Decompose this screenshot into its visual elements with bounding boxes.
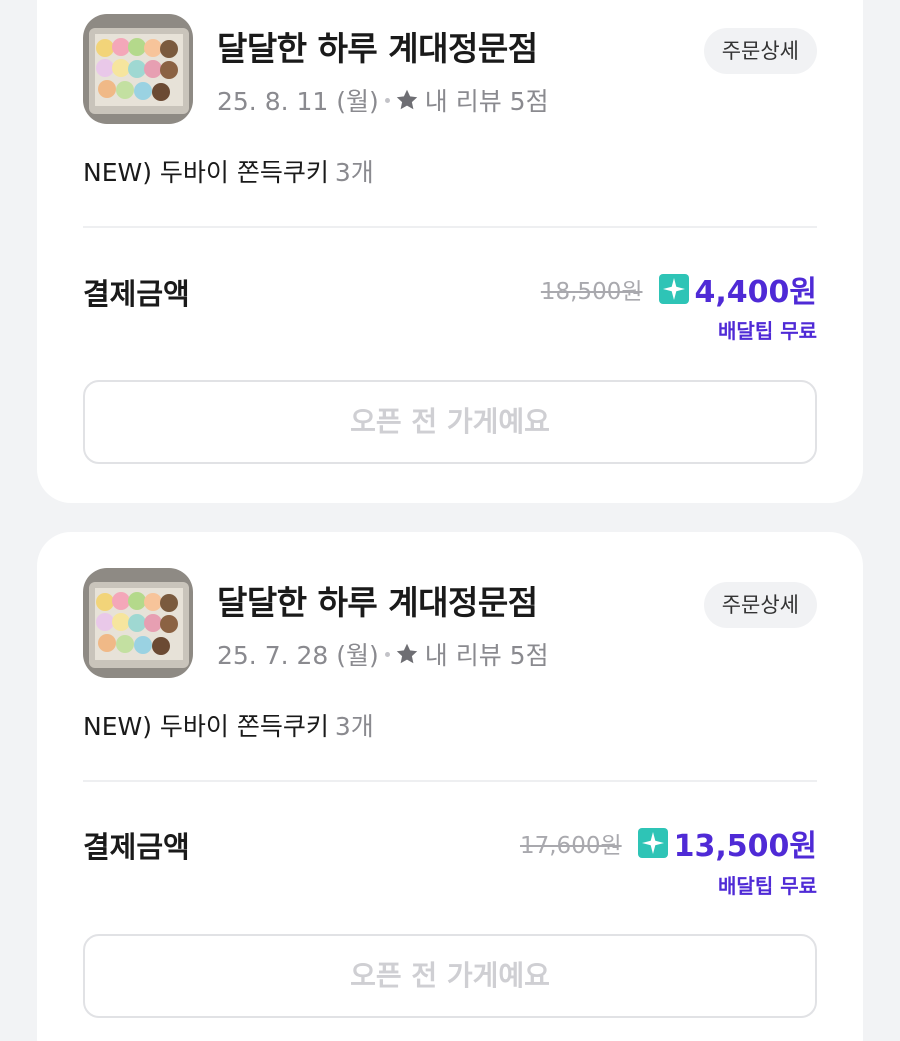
store-closed-button[interactable]: 오픈 전 가게예요	[83, 934, 817, 1018]
store-name[interactable]: 달달한 하루 계대정문점	[217, 22, 538, 70]
order-history-screen: 달달한 하루 계대정문점 25. 8. 11 (월) 내 리뷰 5점 주문상세 …	[0, 0, 900, 1041]
delivery-tip-label: 배달팁 무료	[718, 874, 817, 898]
price-row: 18,500원 4,400원	[541, 267, 817, 311]
order-date: 25. 8. 11 (월)	[217, 87, 379, 116]
divider	[83, 780, 817, 782]
star-icon	[395, 642, 419, 666]
menu-item-name: NEW) 두바이 쫀득쿠키	[83, 712, 329, 741]
original-price: 17,600원	[519, 833, 622, 859]
store-closed-button[interactable]: 오픈 전 가게예요	[83, 380, 817, 464]
menu-quantity: 3개	[334, 158, 374, 187]
order-date: 25. 7. 28 (월)	[217, 641, 379, 670]
sparkle-badge-icon	[658, 274, 689, 304]
separator-dot	[384, 97, 390, 103]
menu-item-name: NEW) 두바이 쫀득쿠키	[83, 158, 329, 187]
payment-label: 결제금액	[83, 277, 190, 311]
order-meta: 25. 8. 11 (월) 내 리뷰 5점	[217, 82, 549, 118]
separator-dot	[384, 651, 390, 657]
menu-quantity: 3개	[334, 712, 374, 741]
store-thumbnail[interactable]	[83, 568, 193, 678]
delivery-tip-label: 배달팁 무료	[718, 319, 817, 343]
store-name[interactable]: 달달한 하루 계대정문점	[217, 576, 538, 624]
final-price: 13,500원	[673, 829, 817, 864]
divider	[83, 226, 817, 228]
order-meta: 25. 7. 28 (월) 내 리뷰 5점	[217, 636, 549, 672]
my-review-score[interactable]: 내 리뷰 5점	[425, 636, 549, 672]
order-card[interactable]: 달달한 하루 계대정문점 25. 8. 11 (월) 내 리뷰 5점 주문상세 …	[37, 0, 863, 503]
my-review-score[interactable]: 내 리뷰 5점	[425, 82, 549, 118]
price-row: 17,600원 13,500원	[520, 821, 817, 865]
star-icon	[395, 88, 419, 112]
payment-label: 결제금액	[83, 830, 190, 864]
order-card[interactable]: 달달한 하루 계대정문점 25. 7. 28 (월) 내 리뷰 5점 주문상세 …	[37, 532, 863, 1041]
original-price: 18,500원	[540, 279, 643, 305]
menu-summary: NEW) 두바이 쫀득쿠키 3개	[83, 707, 374, 743]
order-detail-button[interactable]: 주문상세	[703, 28, 817, 74]
final-price: 4,400원	[694, 275, 818, 310]
menu-summary: NEW) 두바이 쫀득쿠키 3개	[83, 153, 374, 189]
order-detail-button[interactable]: 주문상세	[703, 582, 817, 628]
sparkle-badge-icon	[637, 828, 668, 858]
store-thumbnail[interactable]	[83, 14, 193, 124]
